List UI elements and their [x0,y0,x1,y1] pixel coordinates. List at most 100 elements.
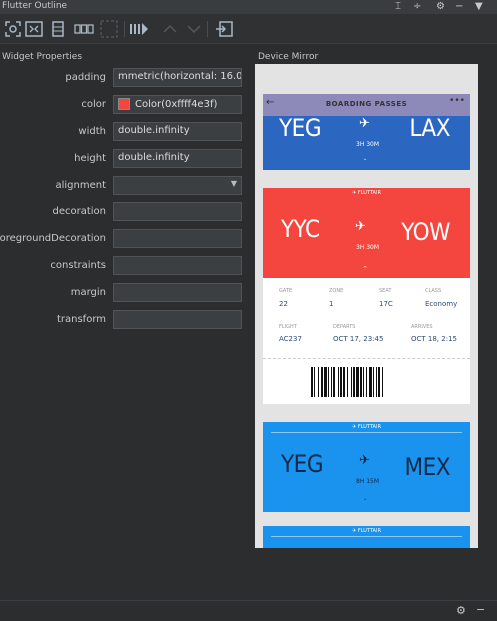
barcode-bar [378,367,380,397]
property-label: transform [56,314,106,325]
properties-section-title: Widget Properties [2,52,83,62]
gear-icon[interactable]: ⚙ [456,604,466,617]
destination-code: LAX [409,114,450,142]
color-field[interactable]: Color(0xffff4e3f) [113,95,242,114]
property-label: padding [65,72,106,83]
decoration-field[interactable] [113,202,242,221]
repaint-rainbow-icon[interactable] [48,20,68,38]
detail-value: Economy [425,300,458,308]
minimize-icon[interactable]: − [476,603,485,616]
property-label: margin [70,287,106,298]
outline-toolbar [0,14,497,44]
gear-icon[interactable]: ⚙ [436,1,445,13]
airplane-icon: ✈ [359,453,370,468]
airplane-icon: ✈ [355,219,366,234]
destination-code: MEX [404,453,450,481]
split-icon[interactable]: ÷ [413,1,421,13]
transform-field[interactable] [113,310,242,329]
detail-label: GATE [279,288,293,294]
barcode-bar [351,367,352,397]
boarding-pass-card[interactable]: ✈ FLUTTAIR YEG ✈ 8H 15M MEX ⌄ [263,422,470,512]
app-bar-title: BOARDING PASSES [325,100,408,108]
move-down-icon[interactable] [184,20,204,38]
brand-label: ✈ FLUTTAIR [352,424,381,430]
alignment-dropdown[interactable]: ▼ [113,176,242,195]
chevron-up-icon: ^ [363,266,368,272]
barcode-bar [369,367,372,397]
more-icon[interactable]: ••• [449,96,465,106]
barcode-bar [343,367,345,397]
brand-label: ✈ FLUTTAIR [352,190,381,196]
detail-value: 22 [279,300,288,308]
property-label: decoration [52,206,106,217]
flight-duration: 3H 30M [356,141,380,148]
foreground-decoration-field[interactable] [113,229,242,248]
padding-value: mmetric(horizontal: 16.0) [118,71,242,82]
brand-name: FLUTTAIR [357,424,381,430]
chevron-down-icon: ▼ [230,179,237,188]
detail-value: AC237 [279,335,302,343]
slow-animations-icon[interactable] [99,20,119,38]
barcode-bar [360,367,362,397]
height-field[interactable]: double.infinity [113,149,242,168]
color-value: Color(0xffff4e3f) [135,99,218,110]
property-label: width [78,126,106,137]
text-cursor-icon[interactable]: ⌶ [395,1,401,13]
origin-code: YEG [281,450,324,478]
property-label: height [74,153,106,164]
device-mirror[interactable]: YEG ✈ 3H 30M LAX ⌄ ← BOARDING PASSES •••… [255,64,478,548]
destination-code: YOW [401,218,450,246]
divider [271,432,462,433]
detail-value: 17C [379,300,393,308]
property-label: color [81,99,106,110]
barcode-bar [340,367,342,397]
barcode-bar [363,367,364,397]
width-field[interactable]: double.infinity [113,122,242,141]
height-value: double.infinity [118,152,190,163]
barcode-bar [382,367,383,397]
barcode-bar [353,367,355,397]
select-widget-icon[interactable] [3,20,23,38]
property-label: alignment [55,180,106,191]
detail-label: CLASS [425,288,442,294]
width-value: double.infinity [118,125,190,136]
barcode-bar [328,367,329,397]
performance-overlay-icon[interactable] [128,20,150,38]
barcode-bar [366,367,367,397]
constraints-field[interactable] [113,256,242,275]
barcode-bar [314,367,315,397]
boarding-pass-details: GATE 22 ZONE 1 SEAT 17C CLASS Economy FL… [263,278,470,404]
barcode-bar [347,367,348,397]
minimize-icon[interactable]: − [455,1,463,13]
barcode-bar [373,367,374,397]
margin-field[interactable] [113,283,242,302]
boarding-pass-card[interactable]: ✈ FLUTTAIR [263,526,470,548]
barcode-bar [338,367,339,397]
property-label: constraints [50,260,106,271]
boarding-pass-card[interactable]: ✈ FLUTTAIR YYC ✈ 3H 30M YOW ^ [263,188,470,278]
barcode-bar [324,367,327,397]
window-title: Flutter Outline [2,1,68,11]
detail-label: SEAT [379,288,392,294]
detail-label: DEPARTS [333,324,356,330]
barcode-bar [376,367,377,397]
barcode-bar [321,367,323,397]
barcode-bar [331,367,332,397]
baseline-icon[interactable] [73,20,95,38]
debug-paint-icon[interactable] [24,20,44,38]
barcode-bar [318,367,319,397]
color-swatch[interactable] [118,98,130,110]
detail-label: ARRIVES [411,324,433,330]
detail-value: OCT 17, 23:45 [333,335,384,343]
status-bar: ⚙ − [0,600,497,621]
move-up-icon[interactable] [160,20,180,38]
padding-field[interactable]: mmetric(horizontal: 16.0) [113,68,242,87]
property-label: foregroundDecoration [0,233,106,244]
detail-value: 1 [329,300,334,308]
detail-label: ZONE [329,288,344,294]
app-bar: ← BOARDING PASSES ••• [263,94,470,116]
extract-widget-icon[interactable] [214,20,234,38]
origin-code: YEG [279,114,322,142]
filter-icon[interactable]: ▼ [475,1,483,13]
brand-label: ✈ FLUTTAIR [352,528,381,534]
